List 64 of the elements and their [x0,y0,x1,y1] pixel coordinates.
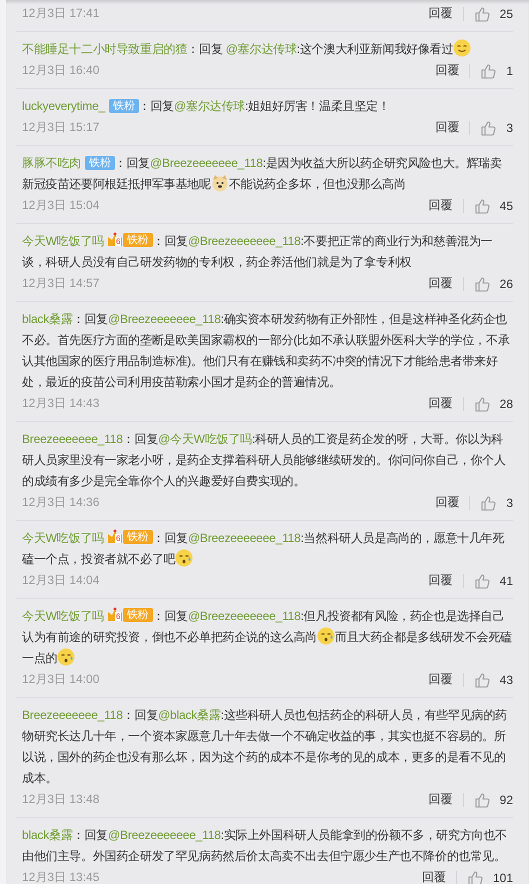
comment-text: 不能睡足十二小时导致重启的猹：回复 @塞尔达传球:这个澳大利亚新闻我好像看过 [22,32,513,60]
reply-link[interactable]: 回覆 [435,119,460,136]
thumbs-up-icon [480,494,496,510]
comment-text: black桑露：回复@Breezeeeeeee_118:确实资本研发药物有正外部性，但是这样神圣化药企也不必。首先医疗方面的垄断是欧美国家霸权的一部分(比如不承认联盟外医科大学的学位，不承认其他国家的医疗用品制造标准)。他们只有在赚钱和卖药不冲突的情况下才能给患者带来好处，最近的疫苗公司利用疫苗勒索小国才是药企的普遍情况。 [22,311,511,391]
reply-link[interactable]: 回覆 [428,671,453,688]
sweat-emoji-icon [57,648,76,666]
reply-link[interactable]: 回覆 [428,275,453,292]
smile-emoji-icon [453,39,472,57]
comment-text: 今天W吃饭了吗 6 铁粉 ：回复@Breezeeeeeee_118:不要把正常的商业行为和慈善混为一谈，科研人员没有自己研发药物的专利权，药企养活他们就是为了拿专利权 [22,231,494,271]
comment-time: 12月3日 14:00 [22,671,100,688]
like-button[interactable]: 3 [480,120,513,136]
sweat-emoji-icon [317,627,336,645]
comment-time: 12月3日 17:41 [22,5,100,22]
fan-badge: 铁粉 [122,608,153,622]
like-button[interactable]: 92 [474,792,513,808]
comment-time: 12月3日 15:17 [22,119,100,136]
comment-time: 12月3日 14:43 [22,395,100,412]
reply-link[interactable]: 回覆 [435,494,460,511]
thumbs-up-icon [474,396,490,412]
comment-time: 12月3日 16:40 [22,62,100,79]
like-button[interactable]: 26 [474,276,513,292]
thumbs-up-icon [474,572,490,588]
like-button[interactable]: 101 [466,870,513,884]
thumbs-up-icon [480,120,496,136]
comment-time: 12月3日 13:48 [22,791,100,808]
thumbs-up-icon [474,198,490,214]
reply-link[interactable]: 回覆 [428,197,453,214]
reply-link[interactable]: 回覆 [428,791,453,808]
like-button[interactable]: 28 [474,396,513,412]
like-button[interactable]: 25 [474,6,513,22]
sweat-emoji-icon [175,549,194,567]
comment-text: 今天W吃饭了吗 6 铁粉 ：回复@Breezeeeeeee_118:当然科研人员是高尚的，愿意十几年死磕一个点，投资者就不必了吧 [22,528,506,569]
reply-link[interactable]: 回覆 [435,62,460,79]
reply-link[interactable]: 回覆 [428,395,453,412]
comment-time: 12月3日 14:04 [22,572,100,589]
fan-badge: 铁粉 [85,156,115,170]
fan-badge: 铁粉 [122,233,153,247]
reply-link[interactable]: 回覆 [422,869,446,884]
thumbs-up-icon [474,792,490,808]
reply-link[interactable]: 回覆 [428,5,453,22]
comment-time: 12月3日 14:57 [22,275,100,292]
dog-emoji-icon [210,174,229,192]
thumbs-up-icon [480,62,496,78]
comment-text: 今天W吃饭了吗 6 铁粉 ：回复@Breezeeeeeee_118:但凡投资都有风险，药企也是选择自己认为有前途的研究投资，倒也不必单把药企说的这么高尚 而且大药企都是多线研发不会死磕一点的 [22,606,513,668]
thumbs-up-icon [474,672,490,688]
fan-badge: 铁粉 [122,530,153,544]
like-button[interactable]: 1 [480,62,513,78]
comment-text: black桑露：回复@Breezeeeeeee_118:实际上外国科研人员能拿到的份额不多，研究方向也不由他们主导。外国药企研发了罕见病药然后价太高卖不出去但宁愿少生产也不降价的也常见。 [22,827,508,865]
comment-text: Breezeeeeeee_118：回复@今天W吃饭了吗:科研人员的工资是药企发的呀，大哥。你以为科研人员家里没有一家老小呀，是药企支撑着科研人员能够继续研发的。你问问你自己，你个人的成绩有多少是完全靠你个人的兴趣爱好自费实现的。 [22,431,507,490]
like-button[interactable]: 45 [474,198,513,214]
thumbs-up-icon [474,6,490,22]
fan-badge: 铁粉 [109,99,139,113]
thumbs-up-icon [474,276,490,292]
comment-time: 12月3日 13:45 [22,869,100,884]
comment-time: 12月3日 14:36 [22,494,100,511]
comment-time: 12月3日 15:04 [22,197,100,214]
like-button[interactable]: 43 [474,672,513,688]
comment-text: luckyeverytime_ 铁粉 ：回复@塞尔达传球:姐姐好厉害！温柔且坚定！ [22,98,391,115]
like-button[interactable]: 3 [480,494,513,510]
comment-text: Breezeeeeeee_118：回复@black桑露:这些科研人员也包括药企的科研人员，有些罕见病的药物研究长达几十年，一个资本家愿意几十年去做一个不确定收益的事，其实也挺不容易的。所以说，国外的药企也没有那么坏，因为这个药的成本不是你考的见的成本，更多的是看不见的成本。 [22,707,508,787]
reply-link[interactable]: 回覆 [428,572,453,589]
like-button[interactable]: 41 [474,572,513,588]
thumbs-up-icon [466,870,483,884]
comment-text: 豚豚不吃肉 铁粉 ：回复@Breezeeeeeee_118:是因为收益大所以药企研究风险也大。辉瑞卖新冠疫苗还要阿根廷抵押军事基地呢 不能说药企多坏，但也没那么高尚 [22,155,503,194]
